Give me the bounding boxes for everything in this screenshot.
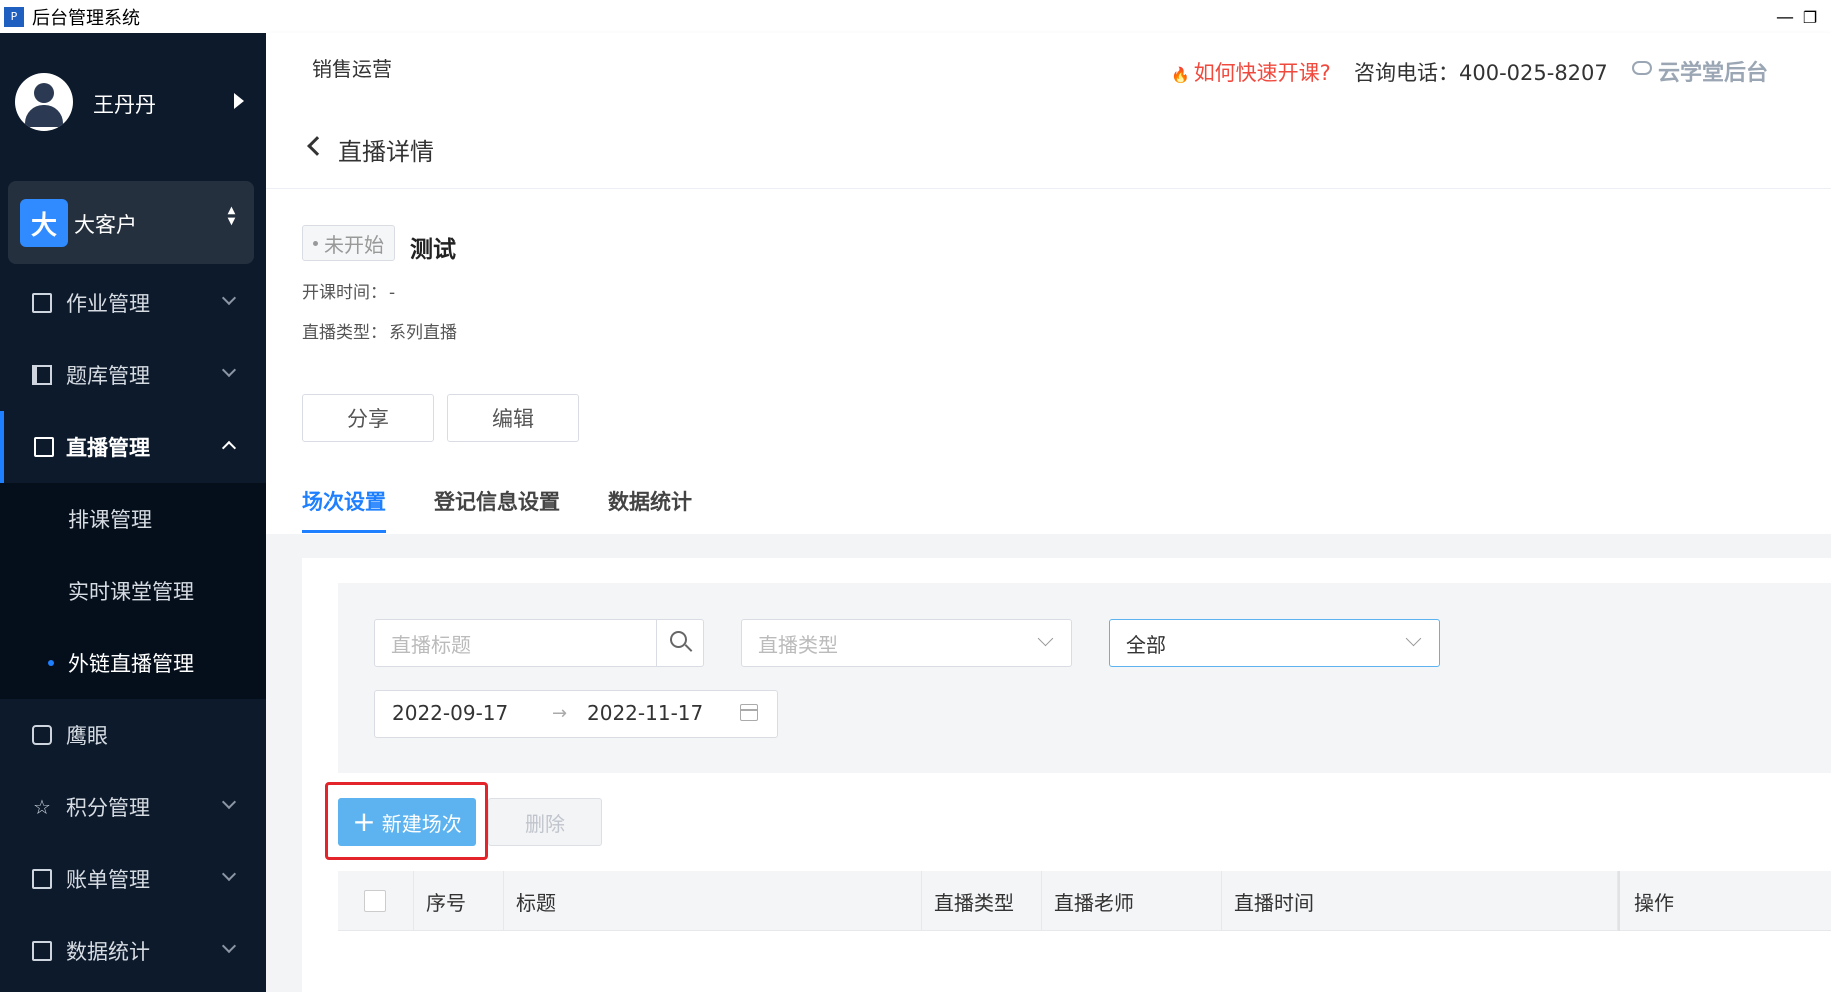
sidebar-item-label: 积分管理 <box>66 796 150 820</box>
select-all-checkbox[interactable] <box>364 890 386 912</box>
search-button[interactable] <box>656 619 704 667</box>
sidebar-subitem-external-live[interactable]: 外链直播管理 <box>0 627 266 699</box>
consult-phone: 咨询电话：400-025-8207 <box>1354 61 1608 85</box>
star-icon: ☆ <box>33 795 51 819</box>
sidebar-item-label: 数据统计 <box>66 940 150 964</box>
live-title-search-input[interactable]: 直播标题 <box>374 619 704 667</box>
help-link-label: 如何快速开课? <box>1193 61 1331 85</box>
live-type-line: 直播类型： 系列直播 <box>302 318 457 343</box>
active-dot-icon <box>48 660 54 666</box>
org-switcher[interactable]: 大 大客户 ▲▼ <box>8 181 254 264</box>
live-type-value: 系列直播 <box>389 323 457 343</box>
avatar[interactable] <box>15 73 73 131</box>
caret-right-icon[interactable] <box>234 93 244 109</box>
chart-icon <box>32 941 52 961</box>
fire-icon: 🔥 <box>1171 66 1190 84</box>
sidebar-subitem-label: 排课管理 <box>68 508 152 532</box>
sidebar-subitem-realtime-class[interactable]: 实时课堂管理 <box>0 555 266 627</box>
app-icon: P <box>4 6 24 27</box>
sidebar-item-live[interactable]: 直播管理 <box>0 411 266 483</box>
arrow-right-icon: → <box>552 703 568 724</box>
clipboard-icon <box>32 293 52 313</box>
column-header-title: 标题 <box>504 871 922 931</box>
bill-icon <box>32 869 52 889</box>
start-time-value: - <box>389 283 396 303</box>
eye-icon <box>32 725 52 745</box>
highlight-box <box>325 782 488 860</box>
section-name[interactable]: 销售运营 <box>312 53 392 82</box>
restore-button[interactable]: ❐ <box>1790 4 1830 30</box>
chevron-down-icon <box>221 794 237 810</box>
column-header-teacher: 直播老师 <box>1042 871 1222 931</box>
table-header: 序号 标题 直播类型 直播老师 直播时间 操作 <box>338 871 1831 931</box>
column-header-index: 序号 <box>414 871 504 931</box>
filter-area <box>338 583 1831 773</box>
chevron-down-icon <box>221 938 237 954</box>
active-tab-indicator <box>302 530 386 533</box>
tab-session-settings[interactable]: 场次设置 <box>302 486 386 516</box>
sidebar-item-label: 直播管理 <box>66 436 150 460</box>
sidebar-item-label: 作业管理 <box>66 292 150 316</box>
refresh-icon <box>1632 61 1652 75</box>
live-type-select[interactable]: 直播类型 <box>741 619 1072 667</box>
help-link[interactable]: 🔥 如何快速开课? <box>1171 57 1331 87</box>
back-arrow-icon[interactable] <box>307 136 327 156</box>
page-header: 直播详情 <box>266 105 1831 189</box>
sidebar-item-billing[interactable]: 账单管理 <box>0 843 266 915</box>
org-badge: 大 <box>20 199 68 247</box>
sidebar-subitem-label: 外链直播管理 <box>68 652 194 676</box>
status-badge-label: 未开始 <box>324 232 384 257</box>
sidebar-item-question-bank[interactable]: 题库管理 <box>0 339 266 411</box>
date-end[interactable]: 2022-11-17 <box>587 701 703 725</box>
column-header-live-type: 直播类型 <box>922 871 1042 931</box>
chevron-down-icon <box>221 362 237 378</box>
user-profile[interactable]: 王丹丹 <box>0 33 266 171</box>
status-badge: 未开始 <box>302 225 395 261</box>
share-button[interactable]: 分享 <box>302 394 434 442</box>
brand-logo-text[interactable]: 云学堂后台 <box>1658 55 1768 87</box>
updown-icon: ▲▼ <box>226 205 237 227</box>
live-submenu: 排课管理 实时课堂管理 外链直播管理 <box>0 483 266 699</box>
status-select[interactable]: 全部 <box>1109 619 1440 667</box>
start-time-label: 开课时间： <box>302 283 387 303</box>
start-time-line: 开课时间： - <box>302 278 395 303</box>
column-header-actions: 操作 <box>1618 871 1831 931</box>
status-dot-icon <box>313 240 318 246</box>
live-title: 测试 <box>410 237 456 263</box>
calendar-icon <box>740 704 758 721</box>
org-name: 大客户 <box>74 213 137 237</box>
column-header-live-time: 直播时间 <box>1222 871 1618 931</box>
sidebar-item-statistics[interactable]: 数据统计 <box>0 915 266 987</box>
book-icon <box>32 365 52 385</box>
date-start[interactable]: 2022-09-17 <box>392 701 508 725</box>
delete-button[interactable]: 删除 <box>488 798 602 846</box>
live-type-label: 直播类型： <box>302 323 387 343</box>
sidebar-item-label: 账单管理 <box>66 868 150 892</box>
select-all-cell <box>338 871 414 931</box>
top-header: 销售运营 🔥 如何快速开课? 咨询电话：400-025-8207 云学堂后台 <box>266 33 1831 105</box>
sidebar-item-label: 题库管理 <box>66 364 150 388</box>
user-name: 王丹丹 <box>93 93 156 117</box>
sidebar-item-eagle-eye[interactable]: 鹰眼 <box>0 699 266 771</box>
sidebar-item-homework[interactable]: 作业管理 <box>0 267 266 339</box>
sidebar-item-label: 鹰眼 <box>66 724 108 748</box>
window-titlebar: P 后台管理系统 — ❐ <box>0 0 1831 33</box>
sidebar-subitem-label: 实时课堂管理 <box>68 580 194 604</box>
page-title: 直播详情 <box>338 138 434 166</box>
chevron-down-icon <box>221 290 237 306</box>
tv-icon <box>34 437 54 457</box>
tab-registration-settings[interactable]: 登记信息设置 <box>434 486 560 516</box>
tab-data-statistics[interactable]: 数据统计 <box>608 486 692 516</box>
sidebar: 王丹丹 大 大客户 ▲▼ 作业管理 题库管理 直播管理 排课管理 实时课堂管理 … <box>0 33 266 992</box>
window-title: 后台管理系统 <box>32 7 140 29</box>
sidebar-subitem-schedule[interactable]: 排课管理 <box>0 483 266 555</box>
chevron-down-icon <box>221 866 237 882</box>
tab-bar: 场次设置 登记信息设置 数据统计 <box>266 480 1831 534</box>
chevron-up-icon <box>221 440 237 456</box>
edit-button[interactable]: 编辑 <box>447 394 579 442</box>
sidebar-item-points[interactable]: ☆ 积分管理 <box>0 771 266 843</box>
